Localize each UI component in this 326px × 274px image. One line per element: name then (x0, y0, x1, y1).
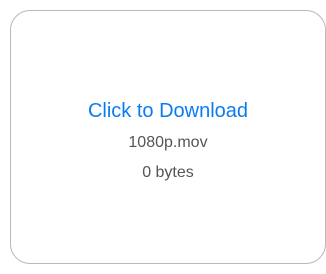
file-name: 1080p.mov (128, 134, 208, 151)
download-card-content: Click to Download 1080p.mov 0 bytes (88, 99, 248, 183)
download-card: Click to Download 1080p.mov 0 bytes (10, 10, 326, 264)
file-size: 0 bytes (142, 164, 194, 181)
download-link[interactable]: Click to Download (88, 99, 248, 123)
